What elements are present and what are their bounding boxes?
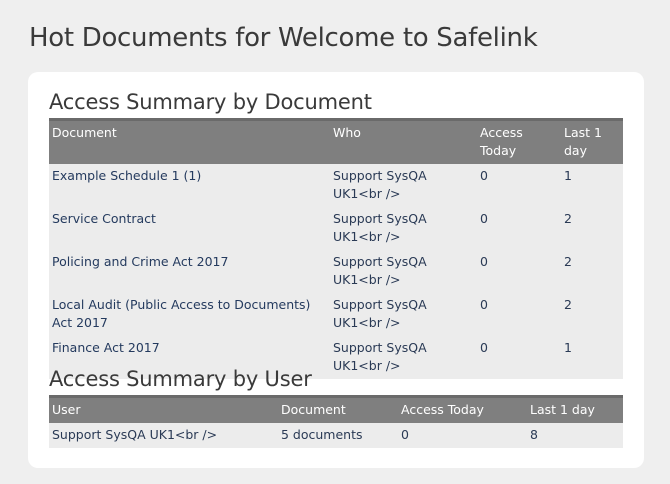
last-1-day-cell: 8: [530, 427, 538, 442]
last-1-day-cell: 1: [564, 340, 572, 355]
table-row: Local Audit (Public Access to Documents)…: [49, 293, 623, 336]
column-header-document: Document: [281, 402, 346, 417]
who-cell: Support SysQA UK1<br />: [333, 340, 427, 373]
column-header-access-today: Access Today: [480, 125, 523, 158]
last-1-day-cell: 2: [564, 254, 572, 269]
document-summary-table: Document Who Access Today Last 1 day Exa…: [49, 118, 623, 379]
table-row: Service Contract Support SysQA UK1<br /> 0…: [49, 207, 623, 250]
page-title: Hot Documents for Welcome to Safelink: [29, 23, 538, 53]
access-today-cell: 0: [480, 254, 488, 269]
column-header-user: User: [52, 402, 81, 417]
column-header-access-today: Access Today: [401, 402, 484, 417]
document-count-cell: 5 documents: [281, 427, 363, 442]
table-row: Example Schedule 1 (1) Support SysQA UK1<…: [49, 164, 623, 207]
access-today-cell: 0: [480, 168, 488, 183]
user-cell: Support SysQA UK1<br />: [52, 427, 218, 442]
column-header-last-1-day: Last 1 day: [530, 402, 595, 417]
access-today-cell: 0: [480, 211, 488, 226]
column-header-last-1-day: Last 1 day: [564, 125, 602, 158]
last-1-day-cell: 1: [564, 168, 572, 183]
who-cell: Support SysQA UK1<br />: [333, 211, 427, 244]
table-header-row: User Document Access Today Last 1 day: [49, 396, 623, 423]
document-cell[interactable]: Service Contract: [49, 207, 330, 250]
column-header-who: Who: [333, 125, 361, 140]
table-row: Support SysQA UK1<br /> 5 documents 0 8: [49, 423, 623, 448]
access-today-cell: 0: [401, 427, 409, 442]
last-1-day-cell: 2: [564, 297, 572, 312]
access-today-cell: 0: [480, 340, 488, 355]
section-title-by-user: Access Summary by User: [49, 367, 312, 391]
who-cell: Support SysQA UK1<br />: [333, 297, 427, 330]
last-1-day-cell: 2: [564, 211, 572, 226]
who-cell: Support SysQA UK1<br />: [333, 168, 427, 201]
user-summary-table: User Document Access Today Last 1 day Su…: [49, 395, 623, 448]
table-row: Policing and Crime Act 2017 Support SysQA…: [49, 250, 623, 293]
who-cell: Support SysQA UK1<br />: [333, 254, 427, 287]
column-header-document: Document: [52, 125, 117, 140]
section-title-by-document: Access Summary by Document: [49, 90, 372, 114]
document-cell[interactable]: Local Audit (Public Access to Documents)…: [49, 293, 330, 336]
table-header-row: Document Who Access Today Last 1 day: [49, 119, 623, 164]
access-today-cell: 0: [480, 297, 488, 312]
summary-panel: Access Summary by Document Document Who …: [28, 72, 644, 468]
document-cell[interactable]: Example Schedule 1 (1): [49, 164, 330, 207]
document-cell[interactable]: Policing and Crime Act 2017: [49, 250, 330, 293]
